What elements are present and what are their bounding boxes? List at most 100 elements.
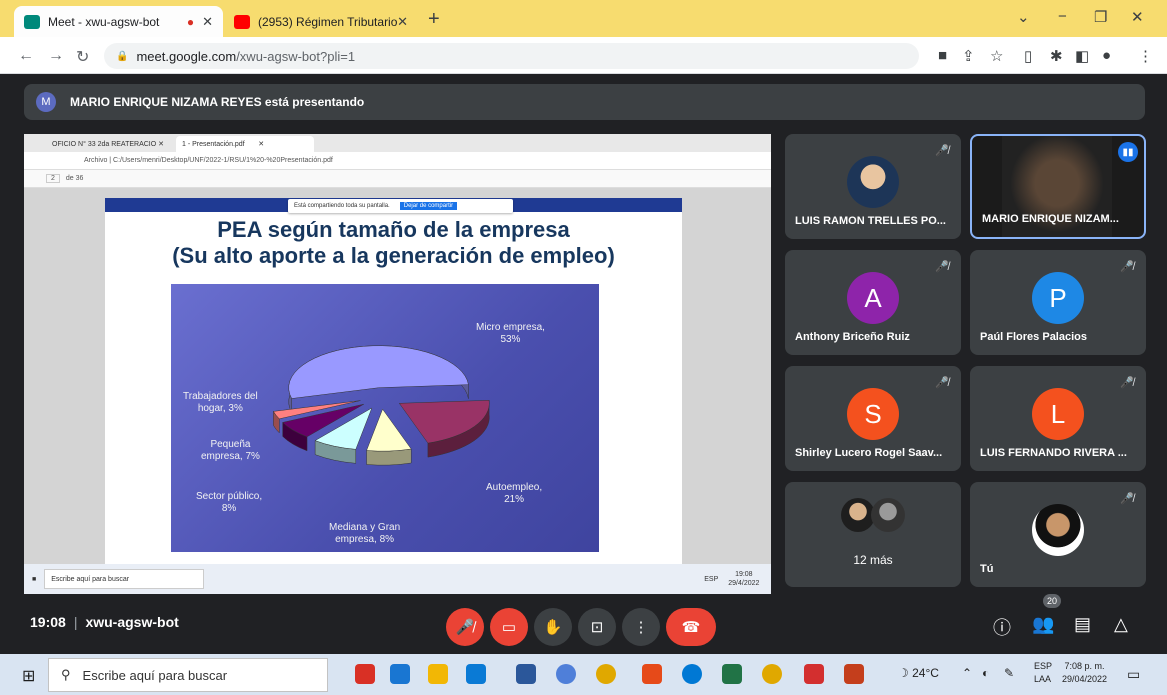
tab-search-icon[interactable]: ⌄ xyxy=(1017,8,1030,26)
pen-icon[interactable]: ✎ xyxy=(1004,666,1014,680)
reload-icon[interactable]: ↻ xyxy=(76,47,89,67)
pie-label-micro: Micro empresa, 53% xyxy=(476,322,545,345)
pie-slice-top xyxy=(288,345,469,399)
more-vert-icon: ⋮ xyxy=(633,619,649,636)
file-explorer-icon[interactable] xyxy=(428,664,448,684)
store-icon[interactable] xyxy=(466,664,486,684)
shared-date: 29/4/2022 xyxy=(728,580,760,587)
extension-doc-icon[interactable]: ▯ xyxy=(1024,47,1032,65)
screen: Meet - xwu-agsw-bot ● ✕ (2953) Régimen T… xyxy=(0,0,1167,695)
presenter-avatar: M xyxy=(36,92,56,112)
participant-tile[interactable]: L 🎤̸ LUIS FERNANDO RIVERA ... xyxy=(970,366,1146,471)
pie-label-sector-publico: Sector público, 8% xyxy=(196,491,263,514)
camera-toggle-button[interactable]: ▭ xyxy=(490,608,528,646)
participant-name: LUIS FERNANDO RIVERA ... xyxy=(980,447,1127,459)
meet-tray-icon[interactable]: ◐ xyxy=(982,666,989,680)
clock-time: 7:08 p. m. xyxy=(1064,661,1105,671)
windows-start-icon[interactable]: ⊞ xyxy=(22,666,35,686)
camera-indicator-icon[interactable]: ■ xyxy=(938,47,947,64)
more-options-button[interactable]: ⋮ xyxy=(622,608,660,646)
close-tab-icon[interactable]: ✕ xyxy=(397,14,408,30)
participant-tile[interactable]: A 🎤̸ Anthony Briceño Ruiz xyxy=(785,250,961,355)
back-icon[interactable]: ← xyxy=(18,47,34,65)
side-panel-icon[interactable]: ◧ xyxy=(1075,47,1089,65)
powerpoint-icon[interactable] xyxy=(844,664,864,684)
restore-button[interactable]: ❐ xyxy=(1094,8,1107,26)
participant-photo xyxy=(871,498,905,532)
share-notice: Está compartiendo toda su pantalla. Deja… xyxy=(288,199,513,213)
menu-kebab-icon[interactable]: ⋮ xyxy=(1138,47,1153,65)
shared-browser-tabs: OFICIO N° 33 2da REATERACIO ✕ 1 - Presen… xyxy=(24,134,771,152)
hang-up-icon: ☎ xyxy=(681,619,701,636)
language-indicator[interactable]: ESP LAA xyxy=(1034,660,1052,686)
weather-icon: ☽ xyxy=(898,666,909,680)
participant-tile[interactable]: S 🎤̸ Shirley Lucero Rogel Saav... xyxy=(785,366,961,471)
meet-controls: 19:08 | xwu-agsw-bot 🎤̸ ▭ ✋ ⊡ ⋮ ☎ ⓘ 👥 20 ▤… xyxy=(0,594,1167,654)
pie-slice-mediana-y-gran-empresa xyxy=(366,408,412,466)
gmail-icon[interactable] xyxy=(355,664,375,684)
present-button[interactable]: ⊡ xyxy=(578,608,616,646)
raise-hand-button[interactable]: ✋ xyxy=(534,608,572,646)
meeting-details-icon[interactable]: ⓘ xyxy=(993,614,1011,640)
new-tab-button[interactable]: + xyxy=(428,8,440,31)
shared-screen[interactable]: OFICIO N° 33 2da REATERACIO ✕ 1 - Presen… xyxy=(24,134,771,594)
chat-icon[interactable]: ▤ xyxy=(1074,614,1091,635)
youtube-icon xyxy=(234,14,250,29)
participant-avatar: A xyxy=(847,272,899,324)
participant-photo xyxy=(841,498,875,532)
minimize-button[interactable]: − xyxy=(1058,8,1067,25)
activities-icon[interactable]: △ xyxy=(1114,614,1128,635)
pdf-page-total: de 36 xyxy=(65,175,84,182)
bookmark-star-icon[interactable]: ☆ xyxy=(990,47,1003,65)
tab-title: Meet - xwu-agsw-bot xyxy=(48,14,160,29)
tab-youtube[interactable]: (2953) Régimen Tributario Sunat ✕ xyxy=(224,6,418,37)
acrobat-icon[interactable] xyxy=(804,664,824,684)
edge-icon[interactable] xyxy=(682,664,702,684)
mic-muted-icon: 🎤̸ xyxy=(1120,493,1134,505)
share-icon[interactable]: ⇪ xyxy=(962,47,975,65)
participant-tile-speaking[interactable]: ▮▮ MARIO ENRIQUE NIZAM... xyxy=(970,134,1146,239)
chrome-icon[interactable] xyxy=(596,664,616,684)
windows-search-box[interactable]: ⚲ Escribe aquí para buscar xyxy=(48,658,328,692)
mic-toggle-button[interactable]: 🎤̸ xyxy=(446,608,484,646)
address-bar[interactable]: 🔒 meet.google.com/xwu-agsw-bot?pli=1 xyxy=(104,43,919,69)
chrome-profile-icon[interactable] xyxy=(762,664,782,684)
participant-tile[interactable]: P 🎤̸ Paúl Flores Palacios xyxy=(970,250,1146,355)
powerpoint-pdf-icon[interactable] xyxy=(642,664,662,684)
forward-icon[interactable]: → xyxy=(48,47,64,65)
extensions-puzzle-icon[interactable]: ✱ xyxy=(1050,47,1063,65)
presenter-banner: M MARIO ENRIQUE NIZAMA REYES está presen… xyxy=(24,84,1145,120)
teams-icon[interactable] xyxy=(556,664,576,684)
people-icon[interactable]: 👥 xyxy=(1032,614,1054,635)
profile-avatar[interactable]: ● xyxy=(1102,47,1111,64)
more-participants-tile[interactable]: 12 más xyxy=(785,482,961,587)
close-window-button[interactable]: ✕ xyxy=(1131,8,1144,26)
notifications-icon[interactable]: ▭ xyxy=(1127,666,1140,683)
word-icon[interactable] xyxy=(516,664,536,684)
system-clock[interactable]: 7:08 p. m. 29/04/2022 xyxy=(1062,660,1107,686)
participant-name: Anthony Briceño Ruiz xyxy=(795,331,910,343)
show-hidden-icons-icon[interactable]: ⌃ xyxy=(962,666,972,680)
leave-call-button[interactable]: ☎ xyxy=(666,608,716,646)
mail-icon[interactable] xyxy=(390,664,410,684)
pdf-viewer: Está compartiendo toda su pantalla. Deja… xyxy=(24,188,771,564)
shared-lang: ESP xyxy=(704,575,719,583)
mic-muted-icon: 🎤̸ xyxy=(935,261,949,273)
shared-start-icon: ■ xyxy=(32,575,37,583)
slide: Está compartiendo toda su pantalla. Deja… xyxy=(105,198,682,564)
participant-tile[interactable]: 🎤̸ LUIS RAMON TRELLES PO... xyxy=(785,134,961,239)
close-tab-icon[interactable]: ✕ xyxy=(202,14,213,30)
hand-icon: ✋ xyxy=(543,619,563,636)
presenter-text: MARIO ENRIQUE NIZAMA REYES está presenta… xyxy=(70,95,365,109)
mic-muted-icon: 🎤̸ xyxy=(935,145,949,157)
pdf-page-current: 2 xyxy=(46,174,60,183)
self-tile[interactable]: 🎤̸ Tú xyxy=(970,482,1146,587)
windows-search-placeholder: Escribe aquí para buscar xyxy=(82,667,228,683)
tab-meet[interactable]: Meet - xwu-agsw-bot ● ✕ xyxy=(14,6,223,37)
google-meet-icon xyxy=(24,14,40,29)
participant-avatar: P xyxy=(1032,272,1084,324)
slide-subtitle: (Su alto aporte a la generación de emple… xyxy=(172,243,615,268)
slide-title: PEA según tamaño de la empresa xyxy=(217,217,570,242)
pie-slice-autoempleo xyxy=(398,400,490,458)
excel-icon[interactable] xyxy=(722,664,742,684)
